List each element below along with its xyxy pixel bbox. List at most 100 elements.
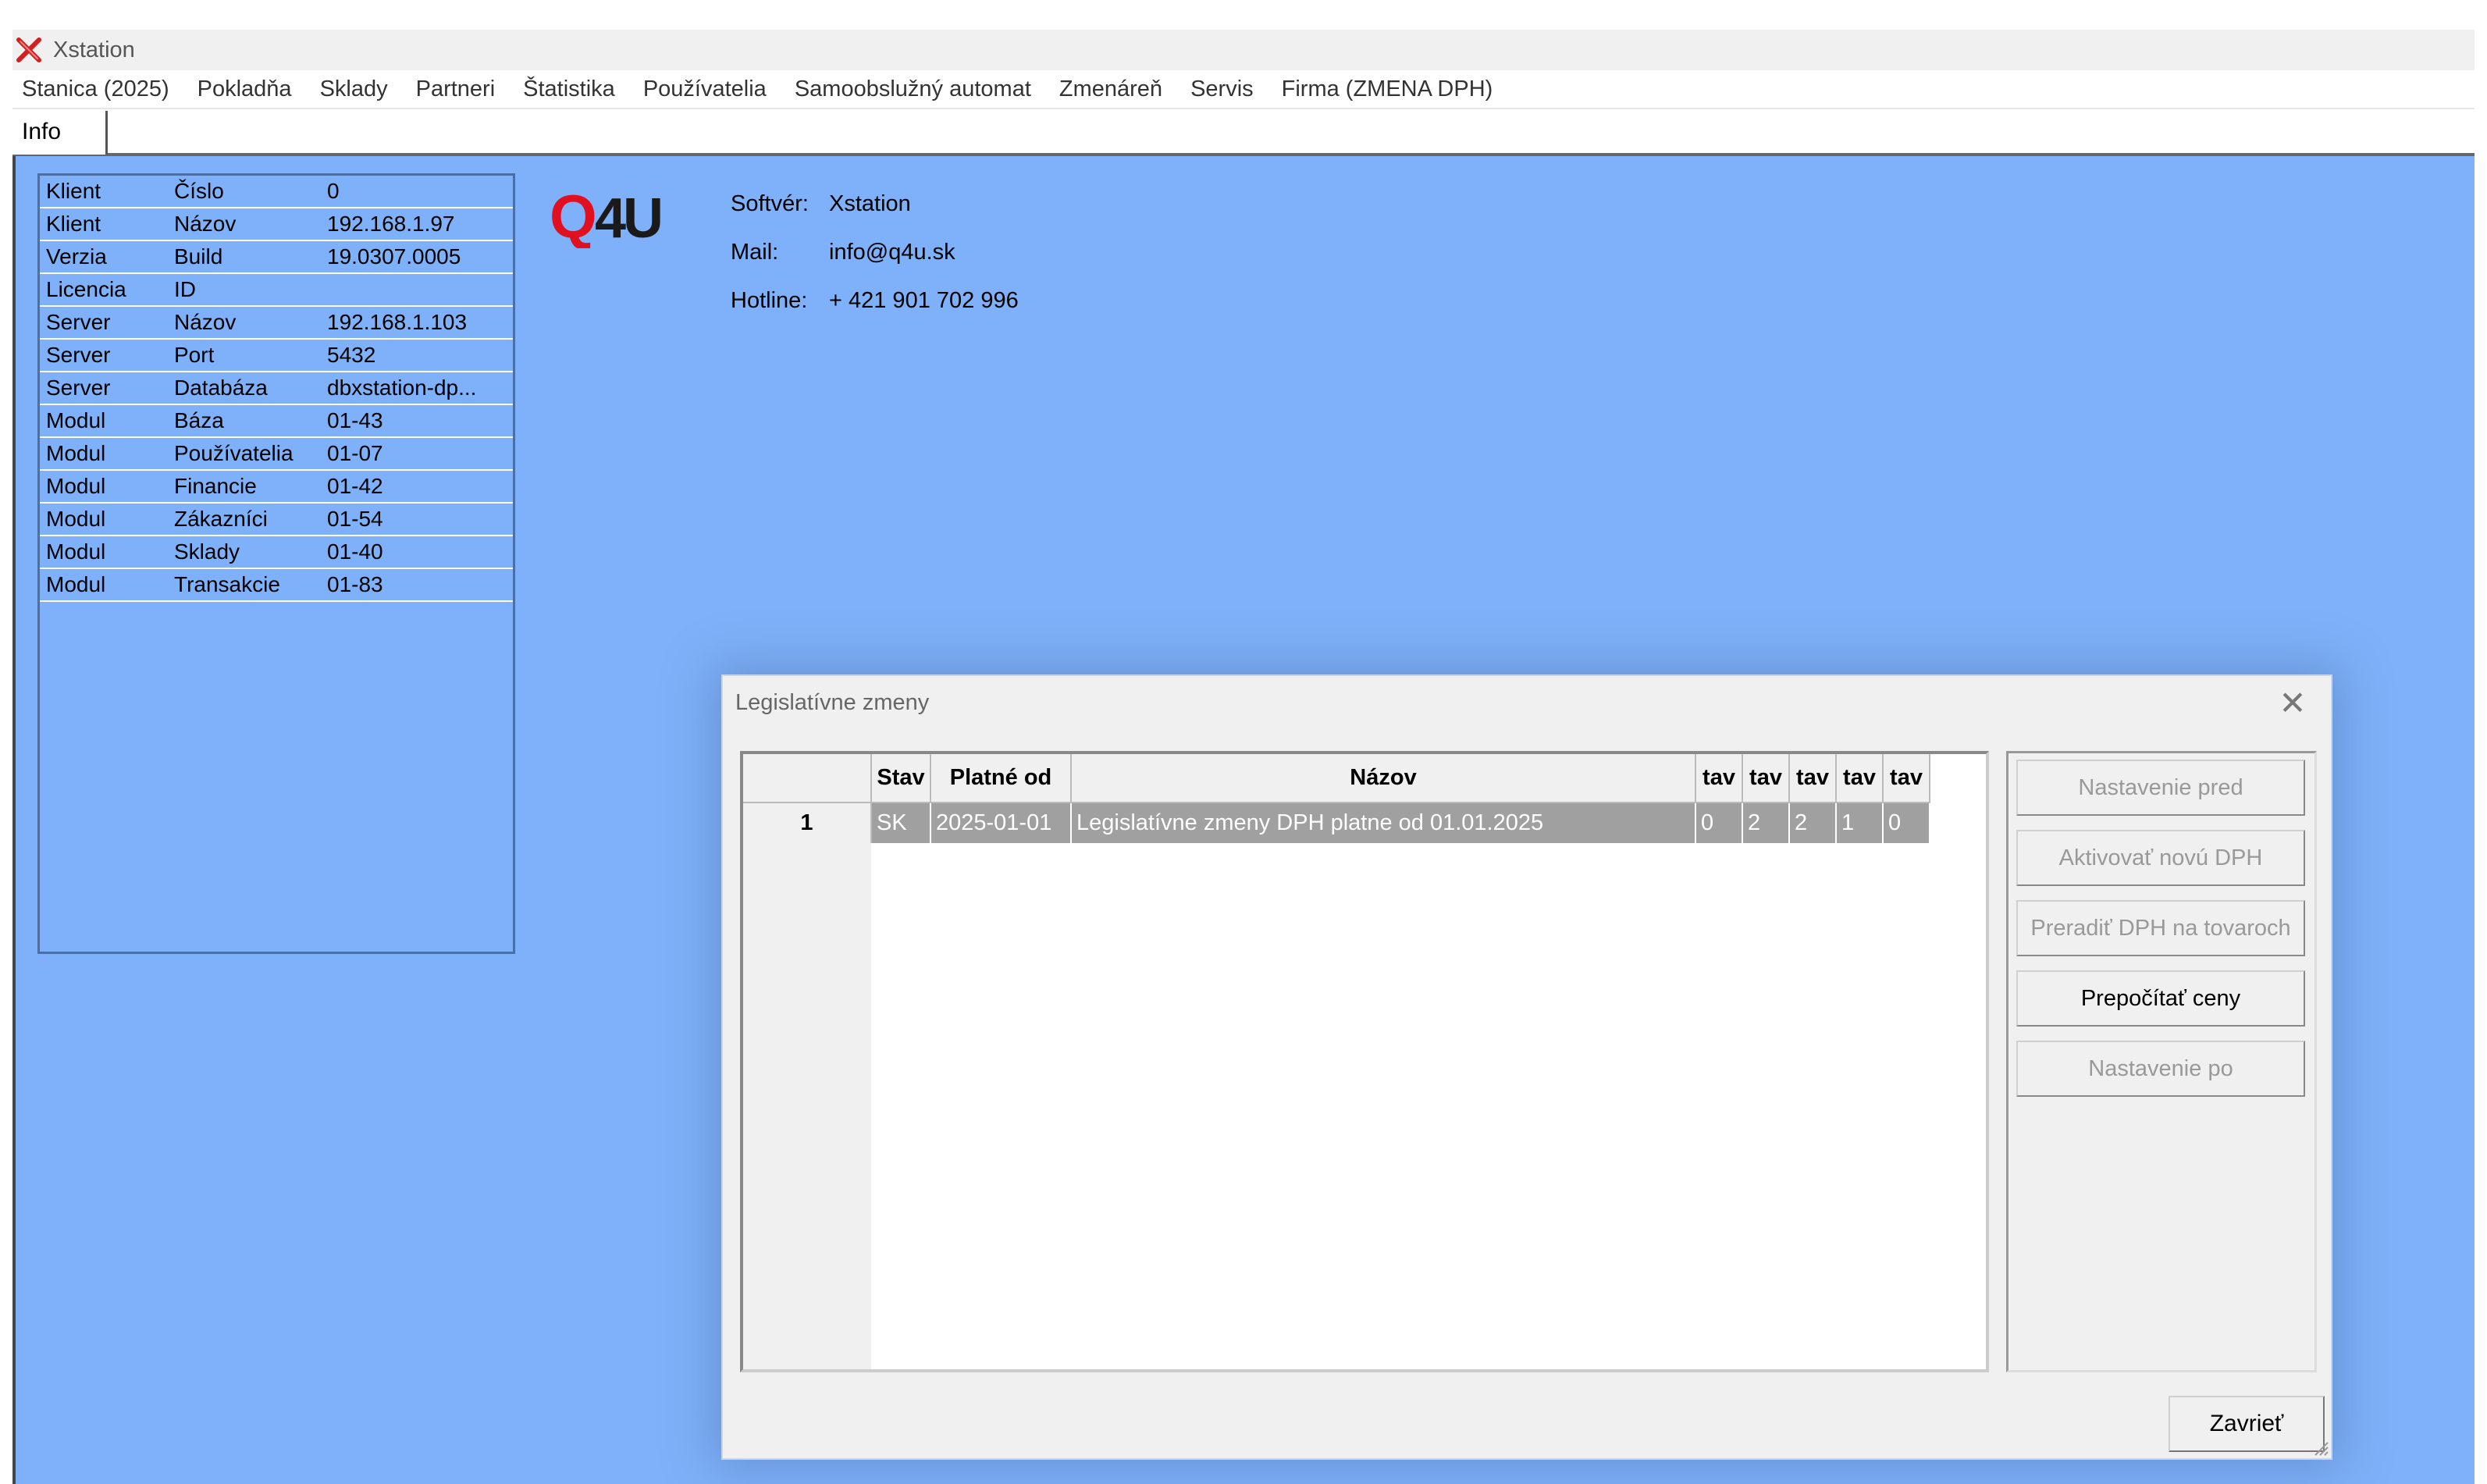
info-category: Server <box>46 310 111 334</box>
info-key: Báza <box>174 408 224 432</box>
menu-samoobsluzny-automat[interactable]: Samoobslužný automat <box>781 77 1045 102</box>
menu-zmenaren[interactable]: Zmenáreň <box>1045 77 1176 102</box>
cell-tav-1[interactable]: 0 <box>1695 802 1743 843</box>
info-row-modul-financie: Modul Financie 01-42 <box>40 471 513 504</box>
info-value: 192.168.1.103 <box>327 310 468 334</box>
cell-nazov[interactable]: Legislatívne zmeny DPH platne od 01.01.2… <box>1071 802 1696 843</box>
info-row-modul-zakaznici: Modul Zákazníci 01-54 <box>40 504 513 536</box>
info-key: Názov <box>174 212 237 236</box>
info-category: Modul <box>46 507 106 531</box>
resize-grip-icon[interactable] <box>2311 1438 2329 1457</box>
zavriet-button[interactable]: Zavrieť <box>2169 1396 2325 1452</box>
info-value: 01-54 <box>327 507 383 531</box>
info-key: Transakcie <box>174 572 280 596</box>
legislative-changes-dialog: Legislatívne zmeny ✕ Stav Platné od Názo… <box>721 674 2332 1460</box>
column-header-tav-1[interactable]: tav <box>1695 754 1743 803</box>
info-category: Server <box>46 343 111 367</box>
cell-tav-3[interactable]: 2 <box>1789 802 1837 843</box>
column-header-nazov[interactable]: Názov <box>1071 754 1696 803</box>
info-category: Verzia <box>46 244 107 269</box>
info-row-verzia-build: Verzia Build 19.0307.0005 <box>40 241 513 274</box>
nastavenie-po-button[interactable]: Nastavenie po <box>2016 1041 2305 1097</box>
menu-pokladna[interactable]: Pokladňa <box>183 77 306 102</box>
close-icon[interactable]: ✕ <box>2273 684 2312 723</box>
column-header-stav[interactable]: Stav <box>871 754 931 803</box>
info-value: dbxstation-dp... <box>327 375 477 400</box>
hotline-value: + 421 901 702 996 <box>829 287 1019 313</box>
aktivovat-novu-dph-button[interactable]: Aktivovať novú DPH <box>2016 830 2305 886</box>
software-label: Softvér: <box>731 190 809 216</box>
info-row-modul-baza: Modul Báza 01-43 <box>40 405 513 438</box>
info-row-modul-sklady: Modul Sklady 01-40 <box>40 536 513 569</box>
info-key: Build <box>174 244 223 269</box>
column-header-tav-4[interactable]: tav <box>1836 754 1884 803</box>
changes-table: Stav Platné od Názov tav tav tav tav tav… <box>743 754 1930 843</box>
row-number: 1 <box>743 802 872 843</box>
column-header-platne-od[interactable]: Platné od <box>930 754 1072 803</box>
info-value: 01-43 <box>327 408 383 432</box>
info-category: Modul <box>46 408 106 432</box>
menu-firma[interactable]: Firma (ZMENA DPH) <box>1268 77 1507 102</box>
info-key: ID <box>174 277 196 301</box>
info-row-modul-pouzivatelia: Modul Používatelia 01-07 <box>40 438 513 471</box>
info-row-server-port: Server Port 5432 <box>40 340 513 372</box>
cell-stav[interactable]: SK <box>871 802 931 843</box>
info-key: Financie <box>174 474 257 498</box>
mail-value[interactable]: info@q4u.sk <box>829 240 955 265</box>
menu-sklady[interactable]: Sklady <box>306 77 402 102</box>
software-value: Xstation <box>829 190 911 216</box>
prepocitat-ceny-button[interactable]: Prepočítať ceny <box>2016 970 2305 1027</box>
cell-platne-od[interactable]: 2025-01-01 <box>930 802 1072 843</box>
info-value: 192.168.1.97 <box>327 212 455 236</box>
nastavenie-pred-button[interactable]: Nastavenie pred <box>2016 760 2305 816</box>
column-header-tav-3[interactable]: tav <box>1789 754 1837 803</box>
window-title: Xstation <box>53 37 135 62</box>
info-category: Modul <box>46 441 106 465</box>
software-info: Softvér: Xstation Mail: info@q4u.sk Hotl… <box>731 180 1019 325</box>
info-table: Klient Číslo 0 Klient Názov 192.168.1.97 Verzi… <box>37 173 515 954</box>
cell-tav-5[interactable]: 0 <box>1883 802 1930 843</box>
info-category: Server <box>46 375 111 400</box>
info-row-server-databaza: Server Databáza dbxstation-dp... <box>40 372 513 405</box>
tab-info[interactable]: Info <box>12 111 108 155</box>
info-key: Číslo <box>174 179 224 203</box>
cell-tav-4[interactable]: 1 <box>1836 802 1884 843</box>
info-row-klient-nazov: Klient Názov 192.168.1.97 <box>40 208 513 241</box>
preradit-dph-button[interactable]: Preradiť DPH na tovaroch <box>2016 900 2305 956</box>
mail-label: Mail: <box>731 239 779 265</box>
menu-statistika[interactable]: Štatistika <box>509 77 629 102</box>
info-category: Modul <box>46 539 106 564</box>
info-key: Používatelia <box>174 441 294 465</box>
menu-pouzivatelia[interactable]: Používatelia <box>629 77 781 102</box>
menu-partneri[interactable]: Partneri <box>402 77 510 102</box>
info-key: Sklady <box>174 539 240 564</box>
q4u-logo: Q 4U <box>550 186 664 248</box>
column-header-tav-2[interactable]: tav <box>1742 754 1790 803</box>
info-row-klient-cislo: Klient Číslo 0 <box>40 176 513 208</box>
info-key: Port <box>174 343 215 367</box>
table-row[interactable]: 1 SK 2025-01-01 Legislatívne zmeny DPH p… <box>743 802 1930 843</box>
menu-servis[interactable]: Servis <box>1176 77 1268 102</box>
menu-stanica[interactable]: Stanica (2025) <box>12 77 183 102</box>
row-number-header <box>743 754 872 803</box>
info-row-server-nazov: Server Názov 192.168.1.103 <box>40 307 513 340</box>
row-header-column <box>743 754 871 1369</box>
info-category: Klient <box>46 179 101 203</box>
menu-bar: Stanica (2025) Pokladňa Sklady Partneri … <box>12 70 2475 109</box>
svg-text:4U: 4U <box>595 187 660 248</box>
info-key: Databáza <box>174 375 268 400</box>
info-value: 01-07 <box>327 441 383 465</box>
info-row-modul-transakcie: Modul Transakcie 01-83 <box>40 569 513 602</box>
action-button-panel: Nastavenie pred Aktivovať novú DPH Prera… <box>2006 751 2317 1372</box>
cell-tav-2[interactable]: 2 <box>1742 802 1790 843</box>
changes-grid: Stav Platné od Názov tav tav tav tav tav… <box>740 751 1989 1372</box>
title-bar: Xstation <box>12 30 2475 70</box>
hotline-label: Hotline: <box>731 287 808 313</box>
info-value: 01-42 <box>327 474 383 498</box>
info-category: Licencia <box>46 277 126 301</box>
info-value: 01-40 <box>327 539 383 564</box>
info-value: 0 <box>327 179 340 203</box>
tab-strip: Info <box>12 111 2475 156</box>
x-app-icon <box>16 37 41 62</box>
column-header-tav-5[interactable]: tav <box>1883 754 1930 803</box>
